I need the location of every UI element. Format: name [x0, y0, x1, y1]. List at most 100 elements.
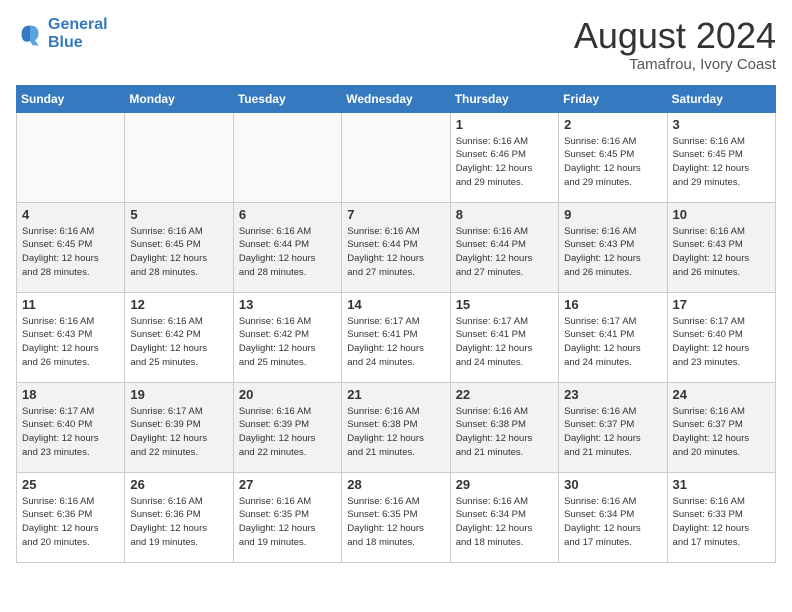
calendar-cell: 23 Sunrise: 6:16 AM Sunset: 6:37 PM Dayli… — [559, 382, 667, 472]
day-info: Sunrise: 6:16 AM Sunset: 6:35 PM Dayligh… — [347, 495, 444, 550]
day-number: 8 — [456, 207, 553, 222]
day-info: Sunrise: 6:16 AM Sunset: 6:44 PM Dayligh… — [347, 225, 444, 280]
day-number: 16 — [564, 297, 661, 312]
calendar-header-row: SundayMondayTuesdayWednesdayThursdayFrid… — [17, 85, 776, 112]
calendar-cell: 10Sunrise: 6:16 AM Sunset: 6:43 PM Dayli… — [667, 202, 775, 292]
day-number: 20 — [239, 387, 336, 402]
day-number: 30 — [564, 477, 661, 492]
day-number: 2 — [564, 117, 661, 132]
day-info: Sunrise: 6:17 AM Sunset: 6:39 PM Dayligh… — [130, 405, 227, 460]
calendar-week-row: 18 Sunrise: 6:17 AM Sunset: 6:40 PM Dayli… — [17, 382, 776, 472]
day-number: 15 — [456, 297, 553, 312]
logo-text: General Blue — [48, 16, 108, 51]
calendar-cell: 19 Sunrise: 6:17 AM Sunset: 6:39 PM Dayli… — [125, 382, 233, 472]
day-number: 24 — [673, 387, 770, 402]
day-number: 29 — [456, 477, 553, 492]
day-number: 18 — [22, 387, 119, 402]
day-info: Sunrise: 6:17 AM Sunset: 6:41 PM Dayligh… — [347, 315, 444, 370]
day-info: Sunrise: 6:16 AM Sunset: 6:36 PM Dayligh… — [130, 495, 227, 550]
day-info: Sunrise: 6:16 AM Sunset: 6:37 PM Dayligh… — [673, 405, 770, 460]
calendar-week-row: 1 Sunrise: 6:16 AM Sunset: 6:46 PM Daylig… — [17, 112, 776, 202]
calendar-cell: 11 Sunrise: 6:16 AM Sunset: 6:43 PM Dayli… — [17, 292, 125, 382]
calendar-cell: 14 Sunrise: 6:17 AM Sunset: 6:41 PM Dayli… — [342, 292, 450, 382]
day-info: Sunrise: 6:16 AM Sunset: 6:43 PM Dayligh… — [22, 315, 119, 370]
column-header-thursday: Thursday — [450, 85, 558, 112]
calendar-cell: 31 Sunrise: 6:16 AM Sunset: 6:33 PM Dayli… — [667, 472, 775, 562]
day-info: Sunrise: 6:17 AM Sunset: 6:41 PM Dayligh… — [564, 315, 661, 370]
day-info: Sunrise: 6:16 AM Sunset: 6:45 PM Dayligh… — [564, 135, 661, 190]
day-info: Sunrise: 6:16 AM Sunset: 6:35 PM Dayligh… — [239, 495, 336, 550]
day-number: 14 — [347, 297, 444, 312]
calendar-cell: 2 Sunrise: 6:16 AM Sunset: 6:45 PM Daylig… — [559, 112, 667, 202]
day-number: 21 — [347, 387, 444, 402]
calendar-cell — [233, 112, 341, 202]
day-number: 26 — [130, 477, 227, 492]
column-header-monday: Monday — [125, 85, 233, 112]
day-number: 25 — [22, 477, 119, 492]
day-number: 17 — [673, 297, 770, 312]
calendar-cell: 21 Sunrise: 6:16 AM Sunset: 6:38 PM Dayli… — [342, 382, 450, 472]
calendar-cell: 17 Sunrise: 6:17 AM Sunset: 6:40 PM Dayli… — [667, 292, 775, 382]
day-number: 31 — [673, 477, 770, 492]
column-header-sunday: Sunday — [17, 85, 125, 112]
location: Tamafrou, Ivory Coast — [574, 56, 776, 73]
day-info: Sunrise: 6:17 AM Sunset: 6:41 PM Dayligh… — [456, 315, 553, 370]
day-info: Sunrise: 6:16 AM Sunset: 6:37 PM Dayligh… — [564, 405, 661, 460]
calendar-cell: 3 Sunrise: 6:16 AM Sunset: 6:45 PM Daylig… — [667, 112, 775, 202]
day-info: Sunrise: 6:16 AM Sunset: 6:45 PM Dayligh… — [22, 225, 119, 280]
calendar-cell: 24 Sunrise: 6:16 AM Sunset: 6:37 PM Dayli… — [667, 382, 775, 472]
calendar-cell: 12 Sunrise: 6:16 AM Sunset: 6:42 PM Dayli… — [125, 292, 233, 382]
calendar-cell: 26 Sunrise: 6:16 AM Sunset: 6:36 PM Dayli… — [125, 472, 233, 562]
day-number: 11 — [22, 297, 119, 312]
day-number: 7 — [347, 207, 444, 222]
calendar-cell: 29 Sunrise: 6:16 AM Sunset: 6:34 PM Dayli… — [450, 472, 558, 562]
day-info: Sunrise: 6:16 AM Sunset: 6:45 PM Dayligh… — [673, 135, 770, 190]
day-info: Sunrise: 6:16 AM Sunset: 6:34 PM Dayligh… — [456, 495, 553, 550]
logo: General Blue — [16, 16, 108, 51]
day-number: 12 — [130, 297, 227, 312]
calendar-week-row: 4 Sunrise: 6:16 AM Sunset: 6:45 PM Daylig… — [17, 202, 776, 292]
calendar-cell: 28 Sunrise: 6:16 AM Sunset: 6:35 PM Dayli… — [342, 472, 450, 562]
calendar-cell — [17, 112, 125, 202]
calendar-cell: 13Sunrise: 6:16 AM Sunset: 6:42 PM Dayli… — [233, 292, 341, 382]
calendar-cell — [342, 112, 450, 202]
calendar-week-row: 25 Sunrise: 6:16 AM Sunset: 6:36 PM Dayli… — [17, 472, 776, 562]
day-info: Sunrise: 6:17 AM Sunset: 6:40 PM Dayligh… — [22, 405, 119, 460]
column-header-tuesday: Tuesday — [233, 85, 341, 112]
day-info: Sunrise: 6:17 AM Sunset: 6:40 PM Dayligh… — [673, 315, 770, 370]
day-info: Sunrise: 6:16 AM Sunset: 6:43 PM Dayligh… — [564, 225, 661, 280]
logo-icon — [16, 20, 44, 48]
calendar-cell: 20 Sunrise: 6:16 AM Sunset: 6:39 PM Dayli… — [233, 382, 341, 472]
calendar-cell: 1 Sunrise: 6:16 AM Sunset: 6:46 PM Daylig… — [450, 112, 558, 202]
day-number: 27 — [239, 477, 336, 492]
calendar-cell: 6Sunrise: 6:16 AM Sunset: 6:44 PM Daylig… — [233, 202, 341, 292]
calendar-cell — [125, 112, 233, 202]
day-number: 6 — [239, 207, 336, 222]
calendar-cell: 9Sunrise: 6:16 AM Sunset: 6:43 PM Daylig… — [559, 202, 667, 292]
column-header-wednesday: Wednesday — [342, 85, 450, 112]
day-number: 3 — [673, 117, 770, 132]
calendar-cell: 22Sunrise: 6:16 AM Sunset: 6:38 PM Dayli… — [450, 382, 558, 472]
calendar-cell: 18 Sunrise: 6:17 AM Sunset: 6:40 PM Dayli… — [17, 382, 125, 472]
column-header-friday: Friday — [559, 85, 667, 112]
day-number: 13 — [239, 297, 336, 312]
calendar-cell: 25Sunrise: 6:16 AM Sunset: 6:36 PM Dayli… — [17, 472, 125, 562]
month-year: August 2024 — [574, 16, 776, 56]
day-info: Sunrise: 6:16 AM Sunset: 6:38 PM Dayligh… — [347, 405, 444, 460]
calendar-cell: 16 Sunrise: 6:17 AM Sunset: 6:41 PM Dayli… — [559, 292, 667, 382]
day-number: 28 — [347, 477, 444, 492]
day-number: 23 — [564, 387, 661, 402]
calendar-cell: 15 Sunrise: 6:17 AM Sunset: 6:41 PM Dayli… — [450, 292, 558, 382]
day-info: Sunrise: 6:16 AM Sunset: 6:42 PM Dayligh… — [130, 315, 227, 370]
day-info: Sunrise: 6:16 AM Sunset: 6:46 PM Dayligh… — [456, 135, 553, 190]
day-number: 1 — [456, 117, 553, 132]
day-info: Sunrise: 6:16 AM Sunset: 6:39 PM Dayligh… — [239, 405, 336, 460]
calendar-week-row: 11 Sunrise: 6:16 AM Sunset: 6:43 PM Dayli… — [17, 292, 776, 382]
calendar-cell: 30Sunrise: 6:16 AM Sunset: 6:34 PM Dayli… — [559, 472, 667, 562]
day-number: 19 — [130, 387, 227, 402]
day-info: Sunrise: 6:16 AM Sunset: 6:44 PM Dayligh… — [456, 225, 553, 280]
day-info: Sunrise: 6:16 AM Sunset: 6:38 PM Dayligh… — [456, 405, 553, 460]
day-info: Sunrise: 6:16 AM Sunset: 6:33 PM Dayligh… — [673, 495, 770, 550]
calendar-cell: 27 Sunrise: 6:16 AM Sunset: 6:35 PM Dayli… — [233, 472, 341, 562]
day-number: 4 — [22, 207, 119, 222]
